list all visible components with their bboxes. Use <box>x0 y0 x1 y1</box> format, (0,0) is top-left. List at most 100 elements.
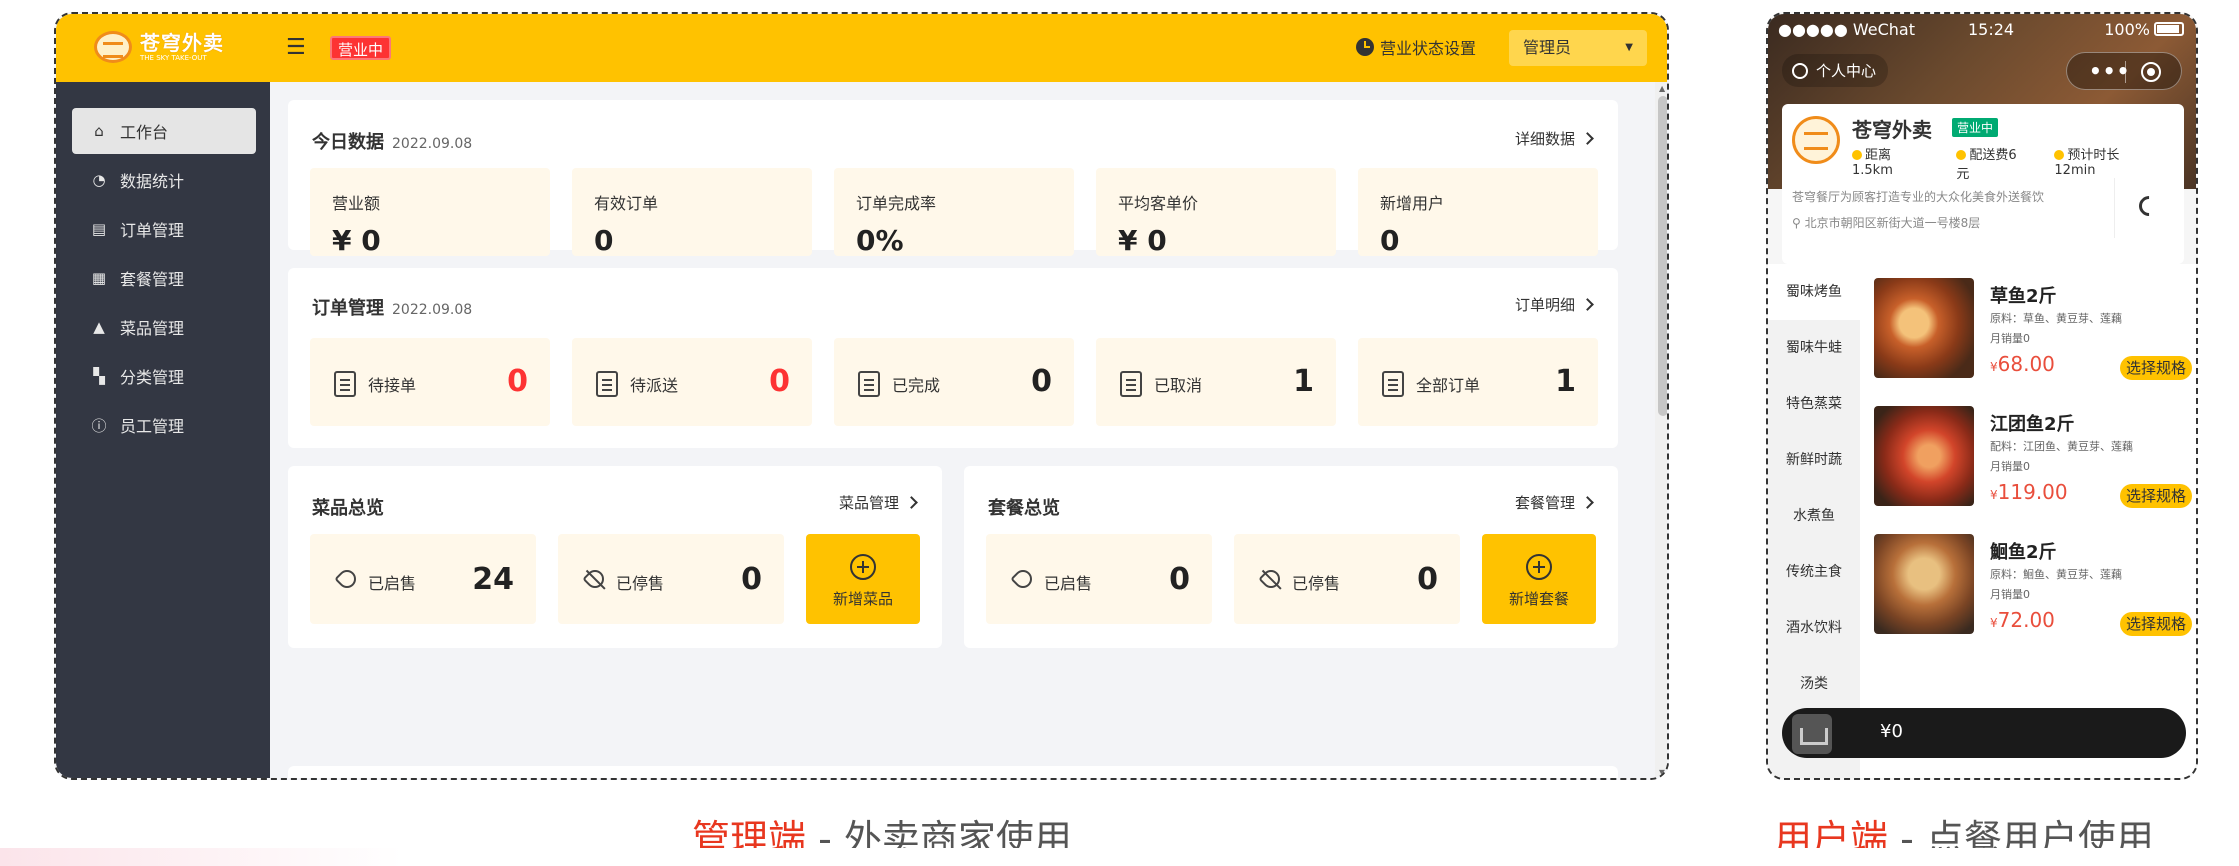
scrollbar-thumb[interactable] <box>1658 96 1667 416</box>
sidebar-item-dishes[interactable]: ▲ 菜品管理 <box>72 304 256 350</box>
dish-on-sale[interactable]: 已启售 24 <box>310 534 536 624</box>
personal-center-label: 个人中心 <box>1816 62 1877 80</box>
cart-icon[interactable] <box>1792 714 1832 754</box>
category-list: 蜀味烤鱼 蜀味牛蛙 特色蒸菜 新鲜时蔬 水煮鱼 传统主食 酒水饮料 汤类 <box>1768 264 1860 778</box>
order-completed[interactable]: 已完成 0 <box>834 338 1074 426</box>
order-pending-accept[interactable]: 待接单 0 <box>310 338 550 426</box>
add-setmeal-button[interactable]: 新增套餐 <box>1482 534 1596 624</box>
order-cancelled-icon <box>1120 371 1142 397</box>
business-status-badge: 营业中 <box>330 36 392 60</box>
cart-bar[interactable]: ¥0 <box>1782 708 2186 758</box>
dish-management-link[interactable]: 菜品管理 <box>839 492 918 513</box>
category-item[interactable]: 特色蒸菜 <box>1768 376 1860 432</box>
category-item[interactable]: 传统主食 <box>1768 544 1860 600</box>
sidebar-item-employees[interactable]: ⓘ 员工管理 <box>72 402 256 448</box>
chevron-right-icon <box>1581 132 1594 145</box>
caret-down-icon: ▼ <box>1625 42 1633 53</box>
add-dish-button[interactable]: 新增菜品 <box>806 534 920 624</box>
order-label: 待接单 <box>368 376 417 395</box>
select-spec-button[interactable]: 选择规格 <box>2119 612 2192 636</box>
sidebar-item-workbench[interactable]: ⌂ 工作台 <box>72 108 256 154</box>
stat-label: 新增用户 <box>1380 194 1445 213</box>
category-item[interactable]: 汤类 <box>1768 656 1860 712</box>
stat-value: ¥ 0 <box>1118 224 1167 257</box>
category-item[interactable]: 蜀味牛蛙 <box>1768 320 1860 376</box>
list-item[interactable]: 江团鱼2斤 配料：江团鱼、黄豆芽、莲藕 月销量0 ¥119.00 选择规格 <box>1874 406 2194 516</box>
sidebar-item-statistics[interactable]: ◔ 数据统计 <box>72 157 256 203</box>
delivery-fee-icon <box>1956 150 1967 160</box>
clock-icon <box>1356 38 1374 56</box>
dish-image <box>1874 278 1974 378</box>
dish-image <box>1874 534 1974 634</box>
order-count: 0 <box>1031 364 1052 399</box>
setmeal-count: 0 <box>1417 562 1438 597</box>
shop-meta: 距离1.5km 配送费6元 预计时长12min <box>1852 144 2184 182</box>
order-pending-delivery[interactable]: 待派送 0 <box>572 338 812 426</box>
card-title: 订单管理 <box>312 298 384 319</box>
scroll-down-icon[interactable]: ▼ <box>1659 768 1665 777</box>
call-button[interactable] <box>2114 178 2184 238</box>
stat-new-users: 新增用户 0 <box>1358 168 1598 257</box>
sidebar-item-setmeals[interactable]: ▦ 套餐管理 <box>72 255 256 301</box>
menu-collapse-icon[interactable]: ☰ <box>286 37 306 59</box>
status-bar: ●●●●● WeChat 15:24 100% <box>1778 20 2184 42</box>
stat-label: 订单完成率 <box>856 194 937 213</box>
dish-count: 0 <box>741 562 762 597</box>
list-item[interactable]: 草鱼2斤 原料：草鱼、黄豆芽、莲藕 月销量0 ¥68.00 选择规格 <box>1874 278 2194 388</box>
logo[interactable]: 苍穹外卖 THE SKY TAKE-OUT <box>94 31 224 63</box>
detail-data-link[interactable]: 详细数据 <box>1515 128 1594 149</box>
setmeal-on-sale[interactable]: 已启售 0 <box>986 534 1212 624</box>
delivery-icon <box>596 371 618 397</box>
order-cancelled[interactable]: 已取消 1 <box>1096 338 1336 426</box>
order-management-card: 订单管理 2022.09.08 订单明细 待接单 0 待派送 0 已完成 0 已取… <box>288 268 1618 448</box>
dish-image <box>1874 406 1974 506</box>
plus-circle-icon <box>1526 554 1552 580</box>
dish-price: ¥72.00 <box>1990 608 2055 632</box>
category-item[interactable]: 新鲜时蔬 <box>1768 432 1860 488</box>
setmeal-off-sale[interactable]: 已停售 0 <box>1234 534 1460 624</box>
category-item[interactable]: 蜀味烤鱼 <box>1768 264 1860 320</box>
select-spec-button[interactable]: 选择规格 <box>2119 356 2192 380</box>
add-setmeal-label: 新增套餐 <box>1508 590 1569 608</box>
sidebar-item-label: 工作台 <box>120 123 169 142</box>
clipboard-icon: ▤ <box>91 220 107 238</box>
main-content: 今日数据 2022.09.08 详细数据 营业额 ¥ 0 有效订单 0 订单完成率… <box>270 82 1667 778</box>
dish-name: 鮰鱼2斤 <box>1990 542 2057 563</box>
dish-off-sale[interactable]: 已停售 0 <box>558 534 784 624</box>
setmeal-management-link[interactable]: 套餐管理 <box>1515 492 1594 513</box>
vertical-scrollbar[interactable]: ▲ ▼ <box>1655 82 1667 778</box>
sidebar-item-categories[interactable]: ▚ 分类管理 <box>72 353 256 399</box>
tag-off-icon <box>1258 566 1284 592</box>
sidebar-item-label: 菜品管理 <box>120 319 185 338</box>
order-count: 0 <box>507 364 528 399</box>
card-title: 今日数据 <box>312 132 384 153</box>
card-date: 2022.09.08 <box>392 302 473 318</box>
order-all[interactable]: 全部订单 1 <box>1358 338 1598 426</box>
phone-icon <box>2134 191 2164 221</box>
scroll-up-icon[interactable]: ▲ <box>1659 84 1665 93</box>
carrier: ●●●●● WeChat <box>1778 20 1916 39</box>
gift-icon: ▦ <box>91 269 107 287</box>
business-status-setting-button[interactable]: 营业状态设置 <box>1356 35 1476 59</box>
sidebar-item-label: 数据统计 <box>120 172 185 191</box>
person-icon <box>1792 62 1808 79</box>
stat-value: ¥ 0 <box>332 224 381 257</box>
sidebar-item-orders[interactable]: ▤ 订单管理 <box>72 206 256 252</box>
business-status-setting-label: 营业状态设置 <box>1380 39 1477 58</box>
select-spec-button[interactable]: 选择规格 <box>2119 484 2192 508</box>
category-item[interactable]: 水煮鱼 <box>1768 488 1860 544</box>
list-item[interactable]: 鮰鱼2斤 原料：鮰鱼、黄豆芽、莲藕 月销量0 ¥72.00 选择规格 <box>1874 534 2194 644</box>
order-completed-icon <box>858 371 880 397</box>
close-target-icon[interactable] <box>2141 62 2161 82</box>
shop-info-card: 苍穹外卖 营业中 距离1.5km 配送费6元 预计时长12min 苍穹餐厅为顾客… <box>1782 104 2184 264</box>
category-item[interactable]: 酒水饮料 <box>1768 600 1860 656</box>
user-menu-dropdown[interactable]: 管理员 ▼ <box>1509 30 1647 66</box>
order-detail-link[interactable]: 订单明细 <box>1515 294 1594 315</box>
card-title: 套餐总览 <box>988 498 1060 519</box>
battery-icon <box>2154 22 2184 36</box>
stat-value: 0% <box>856 224 904 257</box>
chevron-right-icon <box>905 496 918 509</box>
chart-icon: ◔ <box>92 171 106 189</box>
personal-center-button[interactable]: 个人中心 <box>1782 54 1889 87</box>
chevron-right-icon <box>1581 298 1594 311</box>
